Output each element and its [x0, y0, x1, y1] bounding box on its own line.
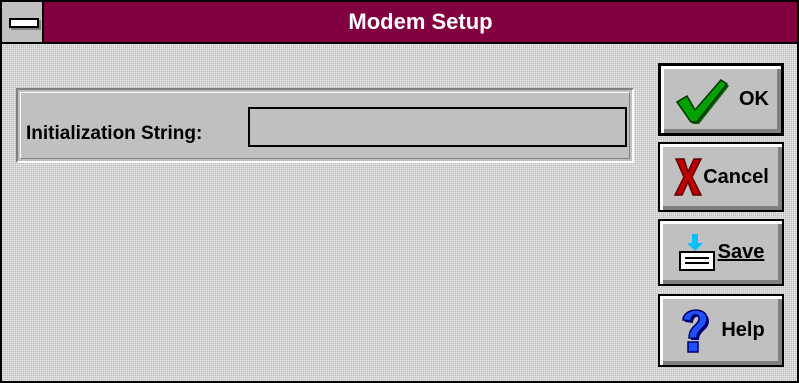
- cancel-button-label: Cancel: [703, 165, 769, 188]
- system-menu-icon: [9, 18, 39, 28]
- init-string-label: Initialization String:: [26, 123, 203, 144]
- init-string-input[interactable]: [248, 107, 627, 147]
- cancel-button[interactable]: Cancel: [658, 142, 784, 212]
- dialog-body: Initialization String: OK Cancel Save He…: [2, 44, 797, 381]
- modem-setup-dialog: Modem Setup Initialization String: OK Ca…: [0, 0, 799, 383]
- save-icon: [678, 232, 718, 274]
- help-button-label: Help: [721, 319, 765, 341]
- ok-button[interactable]: OK: [658, 63, 784, 136]
- help-button[interactable]: Help: [658, 294, 784, 367]
- checkmark-icon: [673, 76, 729, 124]
- ok-button-label: OK: [739, 88, 769, 110]
- save-button-label: Save: [717, 241, 765, 263]
- system-menu-button[interactable]: [2, 2, 44, 42]
- x-icon: [673, 156, 703, 198]
- save-button[interactable]: Save: [658, 219, 784, 286]
- init-string-group: Initialization String:: [16, 88, 634, 163]
- question-mark-icon: [677, 304, 713, 358]
- window-title: Modem Setup: [348, 9, 493, 34]
- title-bar[interactable]: Modem Setup: [2, 2, 797, 44]
